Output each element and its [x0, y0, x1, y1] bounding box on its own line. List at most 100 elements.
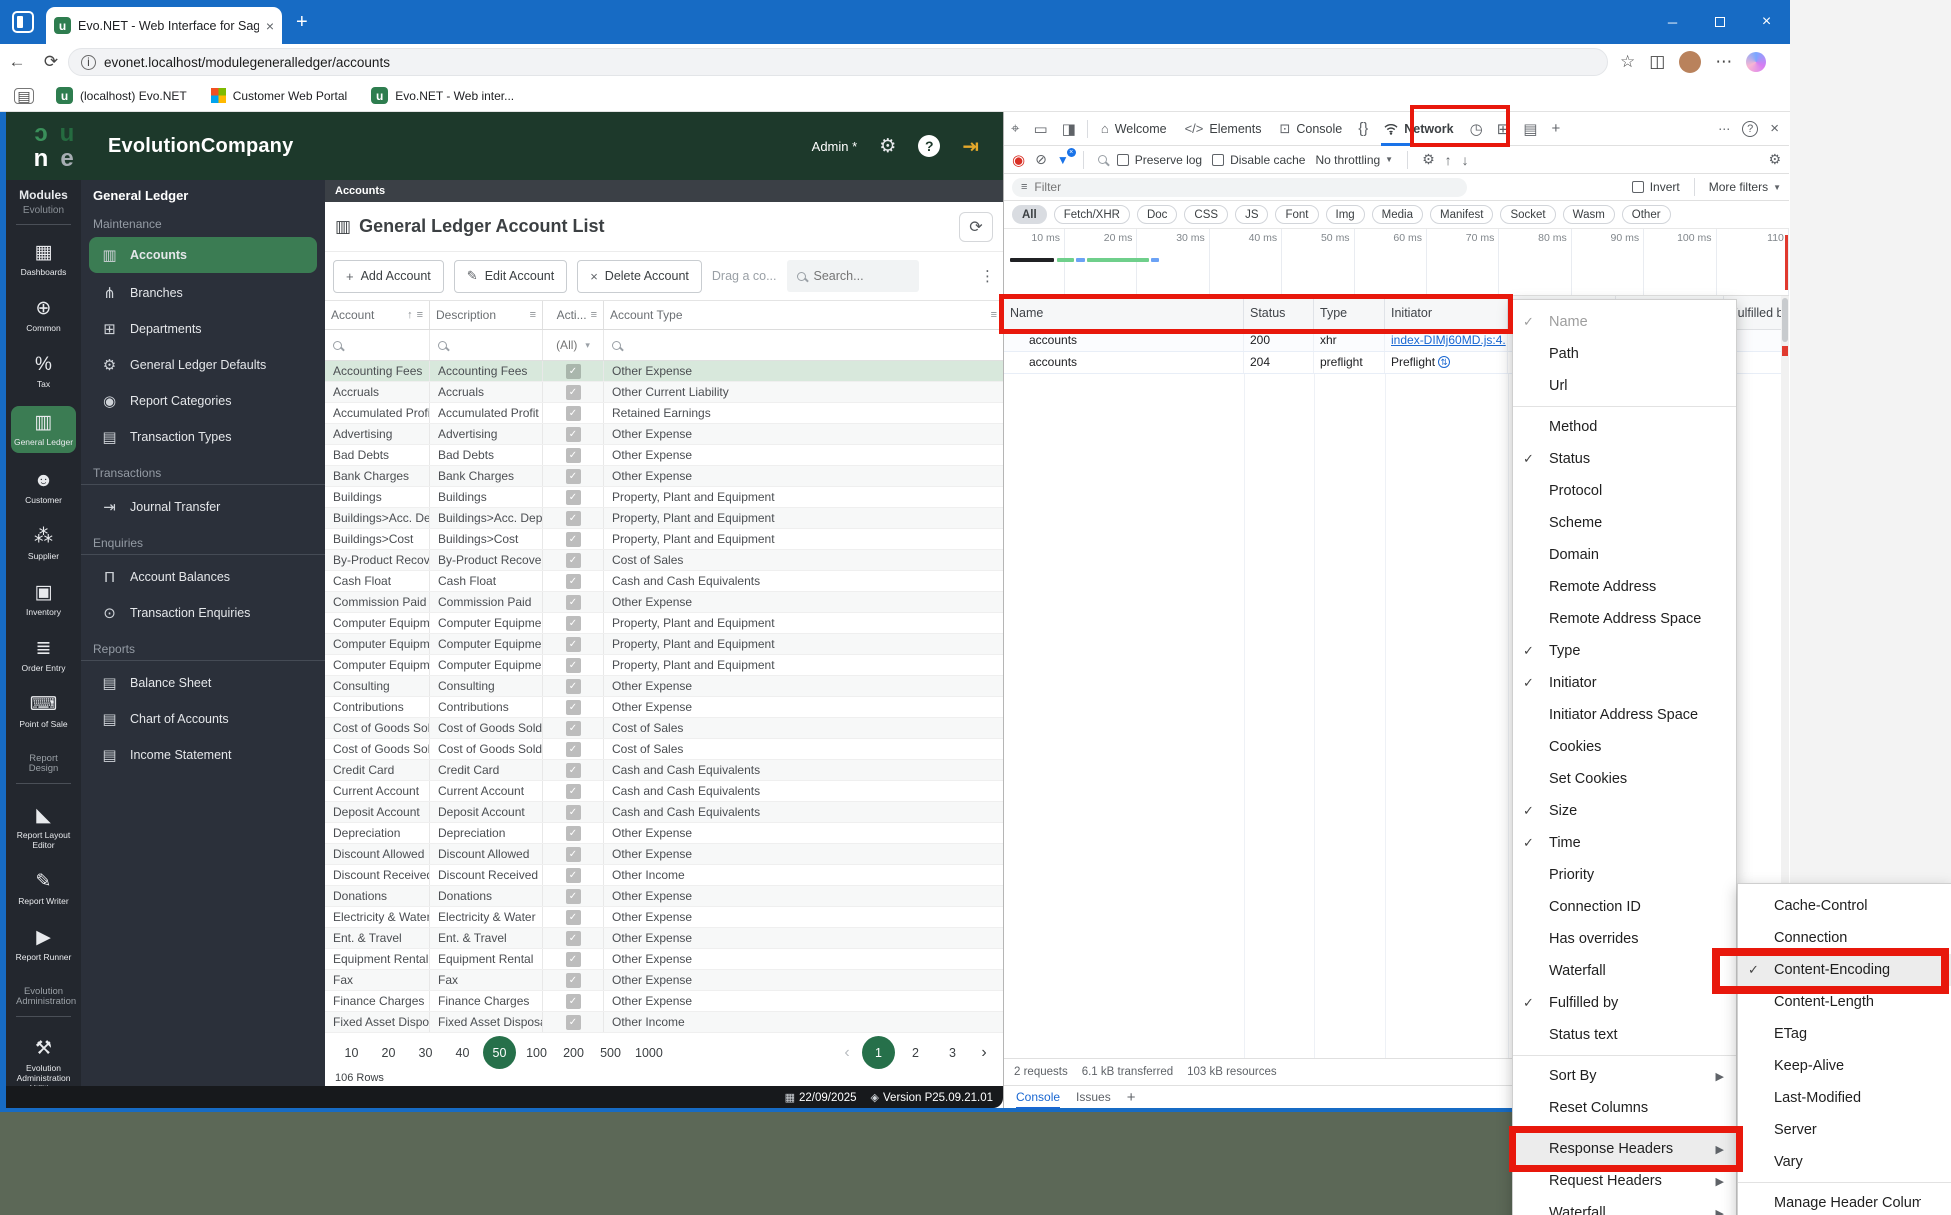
page-number-button[interactable]: 3 [936, 1036, 969, 1069]
table-row[interactable]: Computer Equipment Computer Equipment ✓ … [325, 613, 1003, 634]
performance-icon[interactable]: ◷ [1463, 120, 1490, 138]
table-row[interactable]: Cost of Goods Sold Cost of Goods Sold ✓ … [325, 718, 1003, 739]
active-checkbox[interactable]: ✓ [566, 826, 581, 841]
sidebar-item[interactable]: ⚙ General Ledger Defaults [81, 347, 325, 383]
type-chip[interactable]: All [1012, 205, 1047, 224]
menu-item[interactable]: ✓ Request Headers ▶ [1513, 1165, 1736, 1197]
timeline-overview[interactable]: 10 ms20 ms30 ms40 ms50 ms60 ms70 ms80 ms… [1004, 229, 1789, 296]
network-filter-input[interactable]: ≡ [1012, 178, 1467, 197]
active-checkbox[interactable]: ✓ [566, 427, 581, 442]
filter-icon[interactable]: ≡ [530, 309, 536, 321]
clear-icon[interactable]: ⊘ [1035, 151, 1047, 168]
logout-icon[interactable]: ⇥ [962, 134, 979, 159]
tab-console[interactable]: ⊡ Console [1270, 112, 1351, 146]
active-checkbox[interactable]: ✓ [566, 532, 581, 547]
page-size-button[interactable]: 20 [372, 1036, 405, 1069]
module-item[interactable]: ⌨ Point of Sale [6, 690, 81, 733]
sidebar-item[interactable]: Maintenance [81, 205, 325, 235]
menu-item[interactable]: ✓ Last-Modified ▶ [1738, 1082, 1951, 1114]
drawer-tab-console[interactable]: Console [1016, 1086, 1060, 1109]
network-search-icon[interactable] [1098, 155, 1107, 164]
window-close-button[interactable]: × [1743, 0, 1790, 44]
menu-item[interactable]: ✓ Manage Header Columns... ▶ [1738, 1187, 1951, 1215]
table-row[interactable]: Cost of Goods Sold - ... Cost of Goods S… [325, 739, 1003, 760]
type-chip[interactable]: Other [1622, 205, 1671, 224]
add-panel-icon[interactable]: + [1544, 120, 1567, 137]
menu-item[interactable]: ✓ Initiator Address Space ▶ [1513, 699, 1736, 731]
module-item[interactable]: ⁂ Supplier [6, 522, 81, 565]
refresh-button[interactable]: ⟳ [959, 212, 993, 242]
page-size-button[interactable]: 500 [594, 1036, 627, 1069]
table-row[interactable]: Buildings Buildings ✓ Property, Plant an… [325, 487, 1003, 508]
module-item[interactable]: ▥ General Ledger [11, 406, 76, 453]
sidebar-item[interactable]: ▤ Transaction Types [81, 419, 325, 455]
table-row[interactable]: Computer Equipment... Computer Equipment… [325, 634, 1003, 655]
active-checkbox[interactable]: ✓ [566, 784, 581, 799]
help-icon[interactable]: ? [918, 135, 940, 157]
filter-icon[interactable]: ≡ [991, 309, 997, 321]
active-checkbox[interactable]: ✓ [566, 847, 581, 862]
preflight-info-icon[interactable]: ⇅ [1438, 356, 1450, 368]
menu-item[interactable]: ✓ Domain ▶ [1513, 539, 1736, 571]
menu-item[interactable]: ✓ ▶ [1513, 1124, 1736, 1133]
page-size-button[interactable]: 40 [446, 1036, 479, 1069]
column-header-account[interactable]: Account ↑ ≡ [325, 301, 430, 329]
profile-avatar[interactable] [1679, 51, 1701, 73]
active-checkbox[interactable]: ✓ [566, 973, 581, 988]
sidebar-item[interactable]: ⇥ Journal Transfer [81, 489, 325, 525]
active-checkbox[interactable]: ✓ [566, 931, 581, 946]
active-checkbox[interactable]: ✓ [566, 994, 581, 1009]
menu-item[interactable]: ✓ Has overrides ▶ [1513, 923, 1736, 955]
table-row[interactable]: Donations Donations ✓ Other Expense [325, 886, 1003, 907]
menu-item[interactable]: ✓ Connection ▶ [1738, 922, 1951, 954]
menu-item[interactable]: ✓ Cookies ▶ [1513, 731, 1736, 763]
add-account-button[interactable]: + Add Account [333, 260, 444, 293]
active-checkbox[interactable]: ✓ [566, 364, 581, 379]
table-row[interactable]: Discount Allowed Discount Allowed ✓ Othe… [325, 844, 1003, 865]
active-checkbox[interactable]: ✓ [566, 805, 581, 820]
page-number-button[interactable]: 1 [862, 1036, 895, 1069]
type-chip[interactable]: Media [1372, 205, 1423, 224]
split-screen-icon[interactable]: ◫ [1649, 52, 1665, 72]
table-row[interactable]: By-Product Recovery By-Product Recovery … [325, 550, 1003, 571]
address-bar[interactable]: i evonet.localhost/modulegeneralledger/a… [68, 48, 1608, 76]
account-filter-input[interactable] [325, 330, 430, 360]
menu-item[interactable]: ✓ ▶ [1513, 402, 1736, 411]
menu-item[interactable]: ✓ Keep-Alive ▶ [1738, 1050, 1951, 1082]
sidebar-item[interactable]: ▥ Accounts [89, 237, 317, 273]
menu-item[interactable]: ✓ Remote Address ▶ [1513, 571, 1736, 603]
site-info-icon[interactable]: i [81, 55, 96, 70]
menu-item[interactable]: ✓ Protocol ▶ [1513, 475, 1736, 507]
type-chip[interactable]: Img [1326, 205, 1365, 224]
page-size-button[interactable]: 100 [520, 1036, 553, 1069]
menu-item[interactable]: ✓ Path ▶ [1513, 338, 1736, 370]
sidebar-item[interactable]: Π Account Balances [81, 559, 325, 595]
menu-item[interactable]: ✓ Size ▶ [1513, 795, 1736, 827]
sidebar-item[interactable]: ▤ Income Statement [81, 737, 325, 773]
application-icon[interactable]: ▤ [1516, 120, 1544, 138]
sidebar-item[interactable]: Transactions [81, 455, 325, 485]
menu-item[interactable]: ✓ Content-Encoding ▶ [1738, 954, 1951, 986]
settings-user-icon[interactable]: ⚙ [879, 135, 896, 158]
sidebar-item[interactable]: Reports [81, 631, 325, 661]
bookmark-item[interactable]: u Evo.NET - Web inter... [371, 87, 514, 104]
active-checkbox[interactable]: ✓ [566, 574, 581, 589]
active-checkbox[interactable]: ✓ [566, 952, 581, 967]
type-chip[interactable]: Wasm [1563, 205, 1615, 224]
active-checkbox[interactable]: ✓ [566, 763, 581, 778]
menu-item[interactable]: ✓ Reset Columns ▶ [1513, 1092, 1736, 1124]
page-size-button[interactable]: 30 [409, 1036, 442, 1069]
filter-funnel-icon[interactable]: ▼ [1057, 153, 1069, 167]
device-toolbar-icon[interactable]: ▭ [1026, 120, 1054, 138]
menu-item[interactable]: ✓ Scheme ▶ [1513, 507, 1736, 539]
menu-item[interactable]: ✓ Url ▶ [1513, 370, 1736, 402]
type-chip[interactable]: Fetch/XHR [1054, 205, 1130, 224]
table-row[interactable]: Deposit Account Deposit Account ✓ Cash a… [325, 802, 1003, 823]
menu-item[interactable]: ✓ Cache-Control ▶ [1738, 890, 1951, 922]
window-maximize-button[interactable] [1696, 0, 1743, 44]
description-filter-input[interactable] [430, 330, 543, 360]
module-item[interactable]: ▶ Report Runner [6, 923, 81, 966]
page-size-button[interactable]: 1000 [631, 1036, 667, 1069]
prev-page-icon[interactable]: ‹ [838, 1044, 856, 1062]
active-checkbox[interactable]: ✓ [566, 406, 581, 421]
